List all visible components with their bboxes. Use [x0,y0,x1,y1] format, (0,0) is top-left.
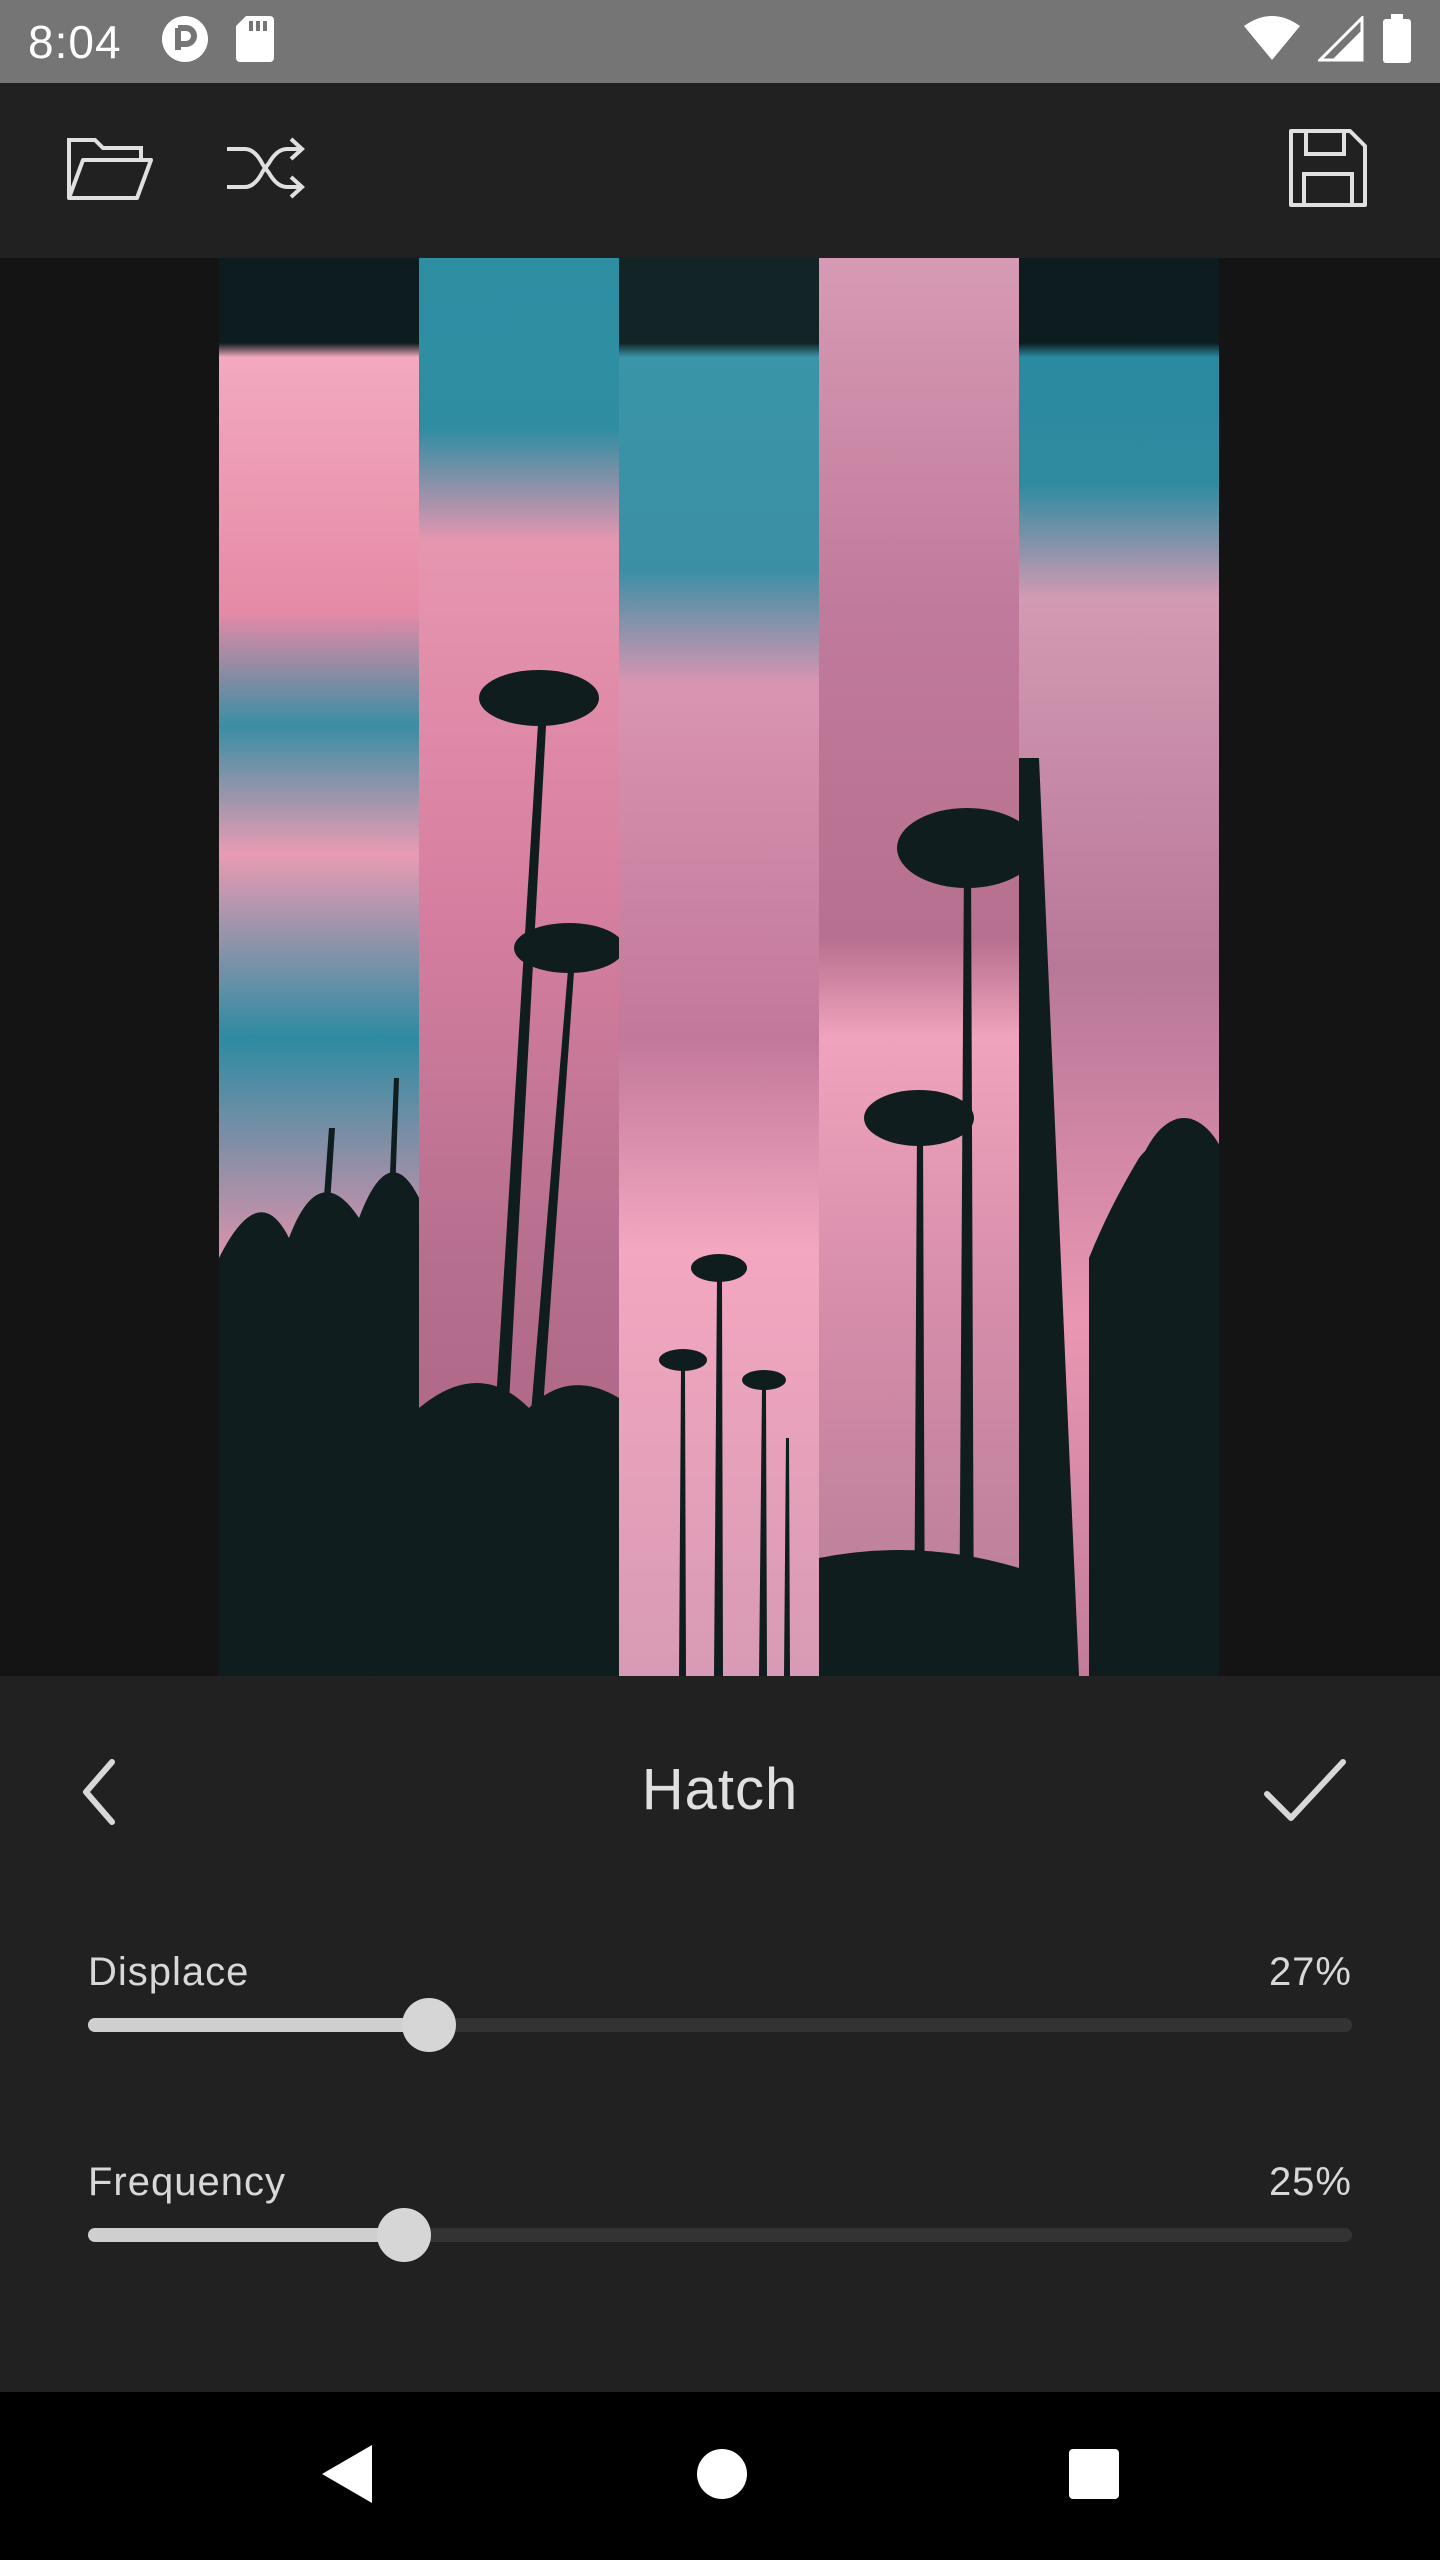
frequency-slider[interactable] [88,2208,1352,2262]
slider-thumb[interactable] [377,2208,431,2262]
image-canvas[interactable] [0,258,1440,1676]
slider-fill [88,2018,430,2032]
home-circle-icon [697,2448,747,2499]
top-toolbar [0,83,1440,258]
nav-back-button[interactable] [320,2443,376,2510]
effect-panel: Hatch Displace 27% Frequency 25% [0,1676,1440,2392]
nav-home-button[interactable] [696,2448,748,2505]
shuffle-button[interactable] [215,128,315,213]
open-folder-button[interactable] [60,128,160,213]
slider-fill [88,2228,404,2242]
back-triangle-icon [322,2444,372,2503]
save-button[interactable] [1278,128,1378,213]
status-left-icons [160,14,274,69]
nav-recents-button[interactable] [1068,2448,1120,2505]
slider-value: 27% [1268,1950,1352,1994]
shuffle-icon [225,135,305,206]
wifi-icon [1244,16,1300,67]
status-time: 8:04 [28,15,122,68]
frequency-slider-group: Frequency 25% [88,2160,1352,2280]
slider-thumb[interactable] [402,1998,457,2052]
hatch-strip-3 [619,258,819,1676]
photo-preview [219,258,1219,1676]
slider-label: Displace [88,1950,250,1994]
hatch-strip-1 [219,258,419,1676]
save-icon [1288,128,1368,213]
status-right-icons [1244,14,1412,69]
status-bar: 8:04 [0,0,1440,83]
chevron-left-icon [70,1759,130,1840]
sd-card-icon [235,16,274,67]
hatch-strip-2 [419,258,619,1676]
effect-title: Hatch [641,1757,799,1822]
open-folder-icon [65,132,155,209]
battery-icon [1382,14,1412,69]
effect-header: Hatch [0,1736,1440,1846]
recents-square-icon [1069,2448,1119,2499]
system-nav-bar [0,2392,1440,2560]
cell-signal-icon [1316,14,1364,67]
slider-value: 25% [1268,2160,1352,2204]
hatch-strip-4 [819,258,1019,1676]
slider-label: Frequency [88,2160,286,2204]
notification-app-icon [160,14,210,69]
hatch-strip-5 [1019,258,1219,1676]
displace-slider-group: Displace 27% [88,1950,1352,2070]
check-icon [1255,1759,1355,1840]
apply-button[interactable] [1255,1746,1355,1836]
displace-slider[interactable] [88,1998,1352,2052]
